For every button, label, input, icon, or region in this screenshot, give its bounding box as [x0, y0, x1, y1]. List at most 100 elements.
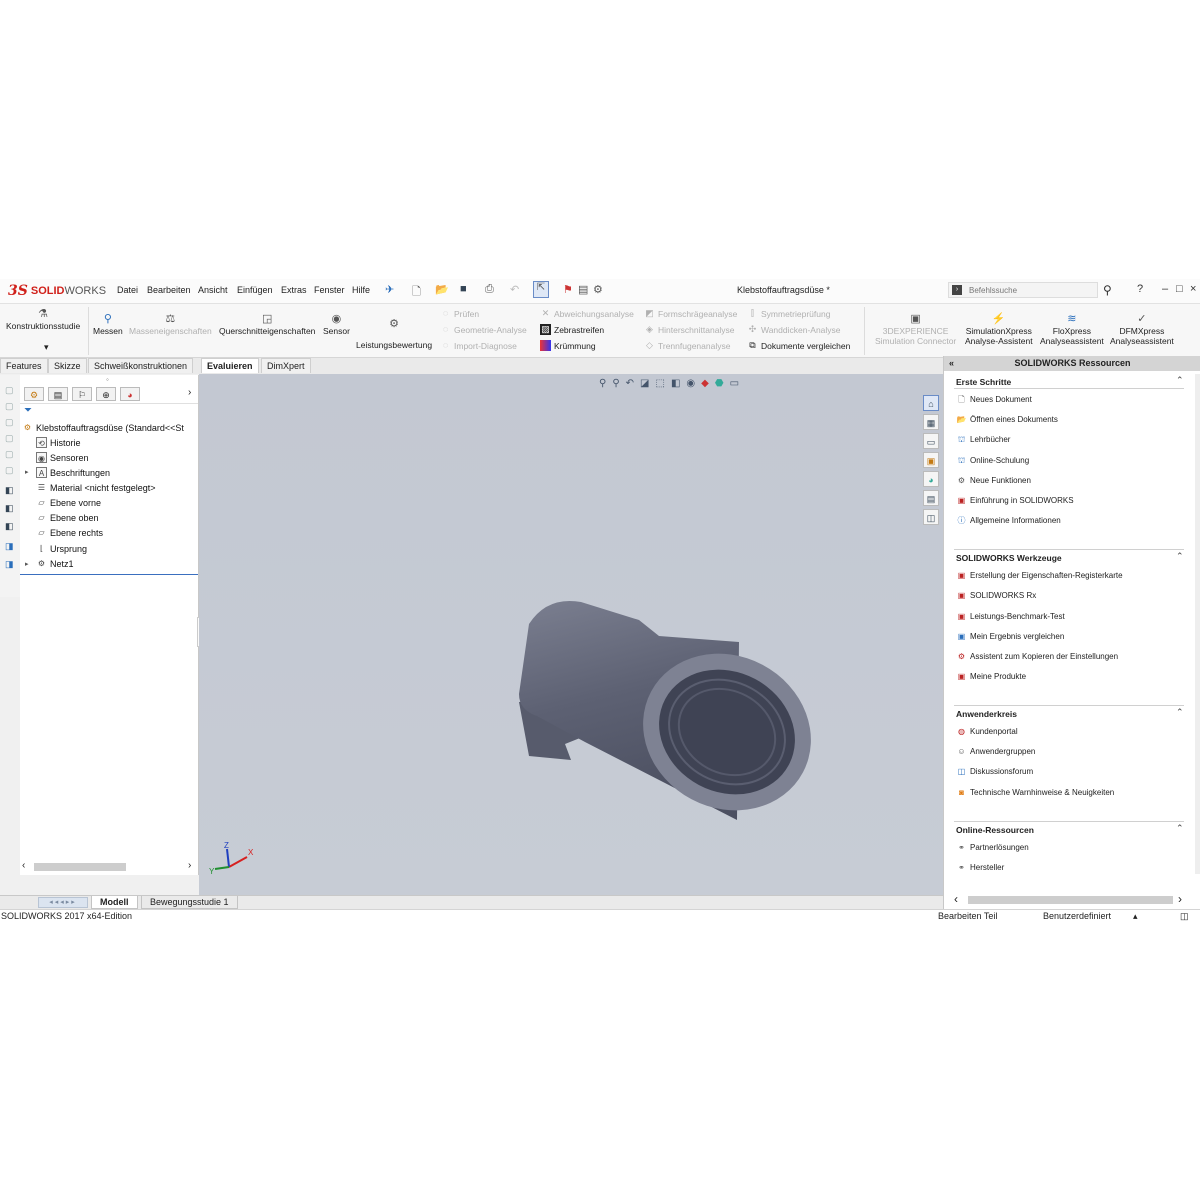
- kruemmung-button[interactable]: Krümmung: [540, 340, 596, 351]
- import-diagnose-button[interactable]: ◌ Import-Diagnose: [440, 340, 517, 351]
- custom-properties-icon[interactable]: ▤: [923, 490, 939, 506]
- toolbar-icon[interactable]: ▢: [5, 449, 14, 460]
- command-search-input[interactable]: › Befehlssuche: [948, 282, 1098, 298]
- graphics-viewport[interactable]: ⚲ ⚲ ↶ ◪ ⬚ ◧ ◉ ◆ ⬣ ▭ X Z Y: [199, 374, 943, 895]
- tab-dimxpert[interactable]: DimXpert: [261, 358, 311, 373]
- tree-item-beschriftungen[interactable]: A Beschriftungen: [36, 467, 110, 478]
- link-neue-funktionen[interactable]: ⚙ Neue Funktionen: [956, 475, 1031, 486]
- tree-item-historie[interactable]: ⟲ Historie: [36, 437, 81, 448]
- configurationmanager-tab-icon[interactable]: ⚐: [72, 387, 92, 401]
- nozzle-3d-model[interactable]: [489, 584, 819, 824]
- link-anwendergruppen[interactable]: ☺ Anwendergruppen: [956, 746, 1035, 757]
- new-document-icon[interactable]: 🗋: [412, 283, 421, 302]
- tree-item-material[interactable]: ☰ Material <nicht festgelegt>: [36, 482, 156, 493]
- sensor-button[interactable]: ◉ Sensor: [323, 313, 350, 336]
- help-button[interactable]: ?: [1137, 283, 1143, 295]
- close-button[interactable]: ×: [1190, 283, 1196, 295]
- displaymanager-tab-icon[interactable]: ◕: [120, 387, 140, 401]
- expand-arrow-icon[interactable]: ▸: [25, 468, 29, 476]
- scroll-right-icon[interactable]: ›: [1178, 892, 1182, 906]
- filter-icon[interactable]: ⏷: [24, 405, 32, 416]
- link-solidworks-rx[interactable]: ▣ SOLIDWORKS Rx: [956, 590, 1037, 601]
- link-lehrbuecher[interactable]: ⛫ Lehrbücher: [956, 434, 1011, 445]
- tab-bewegungsstudie-1[interactable]: Bewegungsstudie 1: [141, 896, 238, 909]
- chevron-up-icon[interactable]: ⌃: [1176, 823, 1184, 834]
- masseneigenschaften-button[interactable]: ⚖ Masseneigenschaften: [129, 313, 212, 336]
- toolbar-icon[interactable]: ◨: [5, 559, 14, 570]
- appearances-icon[interactable]: ◕: [923, 471, 939, 487]
- chevron-right-icon[interactable]: ›: [188, 387, 191, 398]
- view-settings-icon[interactable]: ▭: [730, 378, 739, 389]
- wanddicken-analyse-button[interactable]: ✣ Wanddicken-Analyse: [747, 324, 841, 335]
- dimxpertmanager-tab-icon[interactable]: ⊕: [96, 387, 116, 401]
- tab-schweisskonstruktionen[interactable]: Schweißkonstruktionen: [88, 358, 194, 373]
- pin-icon[interactable]: ✈: [385, 283, 394, 296]
- vertical-scrollbar[interactable]: [1195, 374, 1200, 874]
- pruefen-button[interactable]: ◌ Prüfen: [440, 308, 479, 319]
- collapse-dot-icon[interactable]: ◦: [106, 375, 109, 384]
- menu-hilfe[interactable]: Hilfe: [352, 285, 370, 295]
- toolbar-icon[interactable]: ◧: [5, 485, 14, 496]
- simulationxpress-button[interactable]: ⚡ SimulationXpress Analyse-Assistent: [965, 313, 1033, 346]
- zebrastreifen-button[interactable]: ▨ Zebrastreifen: [540, 324, 604, 335]
- trennfugenanalyse-button[interactable]: ◇ Trennfugenanalyse: [644, 340, 730, 351]
- querschnitteigenschaften-button[interactable]: ◲ Querschnitteigenschaften: [219, 313, 315, 336]
- link-kundenportal[interactable]: ◍ Kundenportal: [956, 726, 1018, 737]
- undo-icon[interactable]: ↶: [510, 283, 519, 296]
- display-style-icon[interactable]: ◧: [671, 378, 680, 389]
- units-dropdown-icon[interactable]: ▴: [1133, 911, 1138, 922]
- leistungsbewertung-button[interactable]: ⚙ Leistungsbewertung: [356, 318, 432, 350]
- open-icon[interactable]: 📂: [435, 283, 449, 296]
- toolbar-icon[interactable]: ◧: [5, 521, 14, 532]
- print-icon[interactable]: ⎙: [485, 283, 494, 296]
- link-partnerloesungen[interactable]: ⚭ Partnerlösungen: [956, 842, 1029, 853]
- propertymanager-tab-icon[interactable]: ▤: [48, 387, 68, 401]
- tab-skizze[interactable]: Skizze: [48, 358, 87, 373]
- link-online-schulung[interactable]: ⛫ Online-Schulung: [956, 455, 1029, 466]
- abweichungsanalyse-button[interactable]: ✕ Abweichungsanalyse: [540, 308, 634, 319]
- dfmxpress-button[interactable]: ✓ DFMXpress Analyseassistent: [1110, 313, 1174, 346]
- link-oeffnen-dokument[interactable]: 📂 Öffnen eines Dokuments: [956, 414, 1058, 425]
- dokumente-vergleichen-button[interactable]: ⧉ Dokumente vergleichen: [747, 340, 850, 351]
- messen-button[interactable]: ⚲ Messen: [93, 313, 123, 336]
- link-neues-dokument[interactable]: 🗋 Neues Dokument: [956, 394, 1032, 405]
- link-meine-produkte[interactable]: ▣ Meine Produkte: [956, 671, 1026, 682]
- tree-root-part[interactable]: ⚙ Klebstoffauftragsdüse (Standard<<St: [22, 422, 184, 433]
- toolbar-icon[interactable]: ▢: [5, 465, 14, 476]
- chevron-up-icon[interactable]: ⌃: [1176, 551, 1184, 562]
- save-icon[interactable]: ■: [460, 283, 467, 295]
- symmetriepruefung-button[interactable]: ⫿ Symmetrieprüfung: [747, 308, 830, 319]
- view-palette-icon[interactable]: ▣: [923, 452, 939, 468]
- collapse-pane-icon[interactable]: «: [949, 356, 954, 371]
- rollback-bar[interactable]: [20, 574, 198, 575]
- previous-view-icon[interactable]: ↶: [626, 378, 634, 389]
- hide-show-icon[interactable]: ◉: [686, 378, 695, 389]
- status-chat-icon[interactable]: ◫: [1180, 911, 1189, 922]
- chevron-up-icon[interactable]: ⌃: [1176, 707, 1184, 718]
- scroll-left-icon[interactable]: ‹: [22, 860, 25, 871]
- toolbar-icon[interactable]: ◧: [5, 503, 14, 514]
- home-icon[interactable]: ⌂: [923, 395, 939, 411]
- toolbar-icon[interactable]: ▢: [5, 385, 14, 396]
- tab-modell[interactable]: Modell: [91, 896, 138, 909]
- link-technische-warnhinweise[interactable]: ◙ Technische Warnhinweise & Neuigkeiten: [956, 787, 1114, 798]
- options-gear-icon[interactable]: ⚙: [593, 283, 603, 296]
- menu-bearbeiten[interactable]: Bearbeiten: [147, 285, 191, 295]
- menu-einfuegen[interactable]: Einfügen: [237, 285, 273, 295]
- konstruktionsstudie-button[interactable]: ⚗ Konstruktionsstudie: [6, 308, 80, 331]
- formschraegeanalyse-button[interactable]: ◩ Formschrägeanalyse: [644, 308, 737, 319]
- solidworks-logo[interactable]: 3S SOLIDWORKS: [8, 282, 106, 300]
- toolbar-icon[interactable]: ▢: [5, 417, 14, 428]
- select-cursor-icon[interactable]: ⇱: [533, 281, 549, 298]
- link-kopieren-einstellungen[interactable]: ⚙ Assistent zum Kopieren der Einstellunge…: [956, 651, 1118, 662]
- apply-scene-icon[interactable]: ⬣: [715, 378, 724, 389]
- floxpress-button[interactable]: ≋ FloXpress Analyseassistent: [1040, 313, 1104, 346]
- menu-ansicht[interactable]: Ansicht: [198, 285, 228, 295]
- horizontal-scrollbar-thumb[interactable]: [968, 896, 1173, 904]
- tab-evaluieren[interactable]: Evaluieren: [201, 358, 259, 373]
- tree-item-ebene-rechts[interactable]: ▱ Ebene rechts: [36, 527, 103, 538]
- menu-fenster[interactable]: Fenster: [314, 285, 345, 295]
- toolbar-icon[interactable]: ◨: [5, 541, 14, 552]
- zoom-to-area-icon[interactable]: ⚲: [612, 378, 619, 389]
- toolbar-icon[interactable]: ▢: [5, 401, 14, 412]
